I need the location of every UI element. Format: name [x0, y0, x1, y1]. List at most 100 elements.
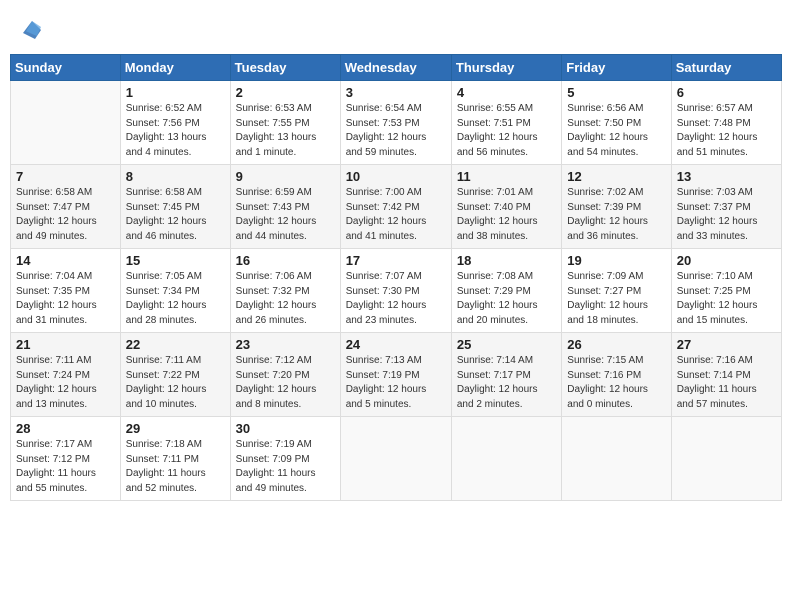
day-number: 11: [457, 169, 556, 184]
day-info: Sunrise: 7:04 AM Sunset: 7:35 PM Dayligh…: [16, 270, 115, 328]
day-number: 20: [677, 253, 776, 268]
day-info: Sunrise: 7:08 AM Sunset: 7:29 PM Dayligh…: [457, 270, 556, 328]
calendar-cell: 12Sunrise: 7:02 AM Sunset: 7:39 PM Dayli…: [562, 165, 671, 249]
day-number: 9: [236, 169, 335, 184]
col-header-tuesday: Tuesday: [230, 55, 340, 81]
calendar-cell: 8 Sunrise: 6:58 AM Sunset: 7:45 PM Daylig…: [120, 165, 230, 249]
calendar-cell: 30 Sunrise: 7:19 AM Sunset: 7:09 PM Dayli…: [230, 417, 340, 501]
col-header-saturday: Saturday: [671, 55, 781, 81]
day-number: 23: [236, 337, 335, 352]
day-number: 30: [236, 421, 335, 436]
calendar-cell: 7 Sunrise: 6:58 AM Sunset: 7:47 PM Daylig…: [11, 165, 121, 249]
day-number: 10: [346, 169, 446, 184]
calendar-cell: 16 Sunrise: 7:06 AM Sunset: 7:32 PM Dayli…: [230, 249, 340, 333]
logo: [20, 18, 46, 42]
day-number: 28: [16, 421, 115, 436]
calendar-cell: 18 Sunrise: 7:08 AM Sunset: 7:29 PM Dayli…: [451, 249, 561, 333]
day-info: Sunrise: 6:58 AM Sunset: 7:45 PM Dayligh…: [126, 186, 225, 244]
day-info: Sunrise: 7:10 AM Sunset: 7:25 PM Dayligh…: [677, 270, 776, 328]
calendar-cell: [11, 81, 121, 165]
calendar-cell: 27 Sunrise: 7:16 AM Sunset: 7:14 PM Dayli…: [671, 333, 781, 417]
day-number: 19: [567, 253, 665, 268]
logo-icon: [20, 18, 44, 42]
day-info: Sunrise: 7:19 AM Sunset: 7:09 PM Dayligh…: [236, 438, 335, 496]
day-number: 7: [16, 169, 115, 184]
calendar-cell: 22 Sunrise: 7:11 AM Sunset: 7:22 PM Dayli…: [120, 333, 230, 417]
day-info: Sunrise: 7:03 AM Sunset: 7:37 PM Dayligh…: [677, 186, 776, 244]
week-row-2: 7 Sunrise: 6:58 AM Sunset: 7:47 PM Daylig…: [11, 165, 782, 249]
day-info: Sunrise: 7:09 AM Sunset: 7:27 PM Dayligh…: [567, 270, 665, 328]
day-number: 18: [457, 253, 556, 268]
day-number: 21: [16, 337, 115, 352]
calendar-cell: 9Sunrise: 6:59 AM Sunset: 7:43 PM Daylig…: [230, 165, 340, 249]
day-info: Sunrise: 6:53 AM Sunset: 7:55 PM Dayligh…: [236, 102, 335, 160]
day-number: 29: [126, 421, 225, 436]
day-number: 16: [236, 253, 335, 268]
day-number: 5: [567, 85, 665, 100]
day-info: Sunrise: 7:16 AM Sunset: 7:14 PM Dayligh…: [677, 354, 776, 412]
day-number: 13: [677, 169, 776, 184]
calendar-cell: 21 Sunrise: 7:11 AM Sunset: 7:24 PM Dayli…: [11, 333, 121, 417]
col-header-monday: Monday: [120, 55, 230, 81]
week-row-5: 28 Sunrise: 7:17 AM Sunset: 7:12 PM Dayli…: [11, 417, 782, 501]
calendar-cell: 13 Sunrise: 7:03 AM Sunset: 7:37 PM Dayli…: [671, 165, 781, 249]
day-info: Sunrise: 7:11 AM Sunset: 7:24 PM Dayligh…: [16, 354, 115, 412]
calendar-cell: 28 Sunrise: 7:17 AM Sunset: 7:12 PM Dayli…: [11, 417, 121, 501]
day-number: 26: [567, 337, 665, 352]
col-header-sunday: Sunday: [11, 55, 121, 81]
day-info: Sunrise: 7:05 AM Sunset: 7:34 PM Dayligh…: [126, 270, 225, 328]
page-header: [10, 10, 782, 46]
week-row-1: 1 Sunrise: 6:52 AM Sunset: 7:56 PM Daylig…: [11, 81, 782, 165]
calendar-cell: 26 Sunrise: 7:15 AM Sunset: 7:16 PM Dayli…: [562, 333, 671, 417]
day-number: 4: [457, 85, 556, 100]
calendar-cell: 29 Sunrise: 7:18 AM Sunset: 7:11 PM Dayli…: [120, 417, 230, 501]
day-info: Sunrise: 7:06 AM Sunset: 7:32 PM Dayligh…: [236, 270, 335, 328]
calendar-cell: 23 Sunrise: 7:12 AM Sunset: 7:20 PM Dayli…: [230, 333, 340, 417]
day-info: Sunrise: 7:01 AM Sunset: 7:40 PM Dayligh…: [457, 186, 556, 244]
day-info: Sunrise: 7:13 AM Sunset: 7:19 PM Dayligh…: [346, 354, 446, 412]
day-info: Sunrise: 7:00 AM Sunset: 7:42 PM Dayligh…: [346, 186, 446, 244]
day-info: Sunrise: 7:07 AM Sunset: 7:30 PM Dayligh…: [346, 270, 446, 328]
day-number: 17: [346, 253, 446, 268]
day-number: 27: [677, 337, 776, 352]
calendar-cell: 17 Sunrise: 7:07 AM Sunset: 7:30 PM Dayli…: [340, 249, 451, 333]
day-info: Sunrise: 7:17 AM Sunset: 7:12 PM Dayligh…: [16, 438, 115, 496]
header-row: SundayMondayTuesdayWednesdayThursdayFrid…: [11, 55, 782, 81]
day-info: Sunrise: 7:14 AM Sunset: 7:17 PM Dayligh…: [457, 354, 556, 412]
calendar-cell: 6 Sunrise: 6:57 AM Sunset: 7:48 PM Daylig…: [671, 81, 781, 165]
calendar-cell: 1 Sunrise: 6:52 AM Sunset: 7:56 PM Daylig…: [120, 81, 230, 165]
calendar-cell: 15 Sunrise: 7:05 AM Sunset: 7:34 PM Dayli…: [120, 249, 230, 333]
week-row-3: 14 Sunrise: 7:04 AM Sunset: 7:35 PM Dayli…: [11, 249, 782, 333]
calendar-cell: 10 Sunrise: 7:00 AM Sunset: 7:42 PM Dayli…: [340, 165, 451, 249]
col-header-thursday: Thursday: [451, 55, 561, 81]
day-number: 2: [236, 85, 335, 100]
calendar-cell: [562, 417, 671, 501]
calendar-cell: 11 Sunrise: 7:01 AM Sunset: 7:40 PM Dayli…: [451, 165, 561, 249]
day-info: Sunrise: 7:11 AM Sunset: 7:22 PM Dayligh…: [126, 354, 225, 412]
calendar-cell: [451, 417, 561, 501]
day-number: 22: [126, 337, 225, 352]
day-number: 1: [126, 85, 225, 100]
day-number: 6: [677, 85, 776, 100]
calendar-cell: 19 Sunrise: 7:09 AM Sunset: 7:27 PM Dayli…: [562, 249, 671, 333]
day-info: Sunrise: 7:18 AM Sunset: 7:11 PM Dayligh…: [126, 438, 225, 496]
calendar-cell: [671, 417, 781, 501]
col-header-friday: Friday: [562, 55, 671, 81]
day-number: 14: [16, 253, 115, 268]
calendar-cell: 20 Sunrise: 7:10 AM Sunset: 7:25 PM Dayli…: [671, 249, 781, 333]
calendar-cell: 2 Sunrise: 6:53 AM Sunset: 7:55 PM Daylig…: [230, 81, 340, 165]
day-info: Sunrise: 7:15 AM Sunset: 7:16 PM Dayligh…: [567, 354, 665, 412]
calendar-table: SundayMondayTuesdayWednesdayThursdayFrid…: [10, 54, 782, 501]
day-info: Sunrise: 7:12 AM Sunset: 7:20 PM Dayligh…: [236, 354, 335, 412]
day-number: 24: [346, 337, 446, 352]
day-number: 8: [126, 169, 225, 184]
calendar-cell: 24 Sunrise: 7:13 AM Sunset: 7:19 PM Dayli…: [340, 333, 451, 417]
calendar-cell: [340, 417, 451, 501]
day-number: 15: [126, 253, 225, 268]
day-info: Sunrise: 6:58 AM Sunset: 7:47 PM Dayligh…: [16, 186, 115, 244]
day-info: Sunrise: 6:57 AM Sunset: 7:48 PM Dayligh…: [677, 102, 776, 160]
day-info: Sunrise: 6:52 AM Sunset: 7:56 PM Dayligh…: [126, 102, 225, 160]
day-info: Sunrise: 6:56 AM Sunset: 7:50 PM Dayligh…: [567, 102, 665, 160]
week-row-4: 21 Sunrise: 7:11 AM Sunset: 7:24 PM Dayli…: [11, 333, 782, 417]
day-info: Sunrise: 6:54 AM Sunset: 7:53 PM Dayligh…: [346, 102, 446, 160]
